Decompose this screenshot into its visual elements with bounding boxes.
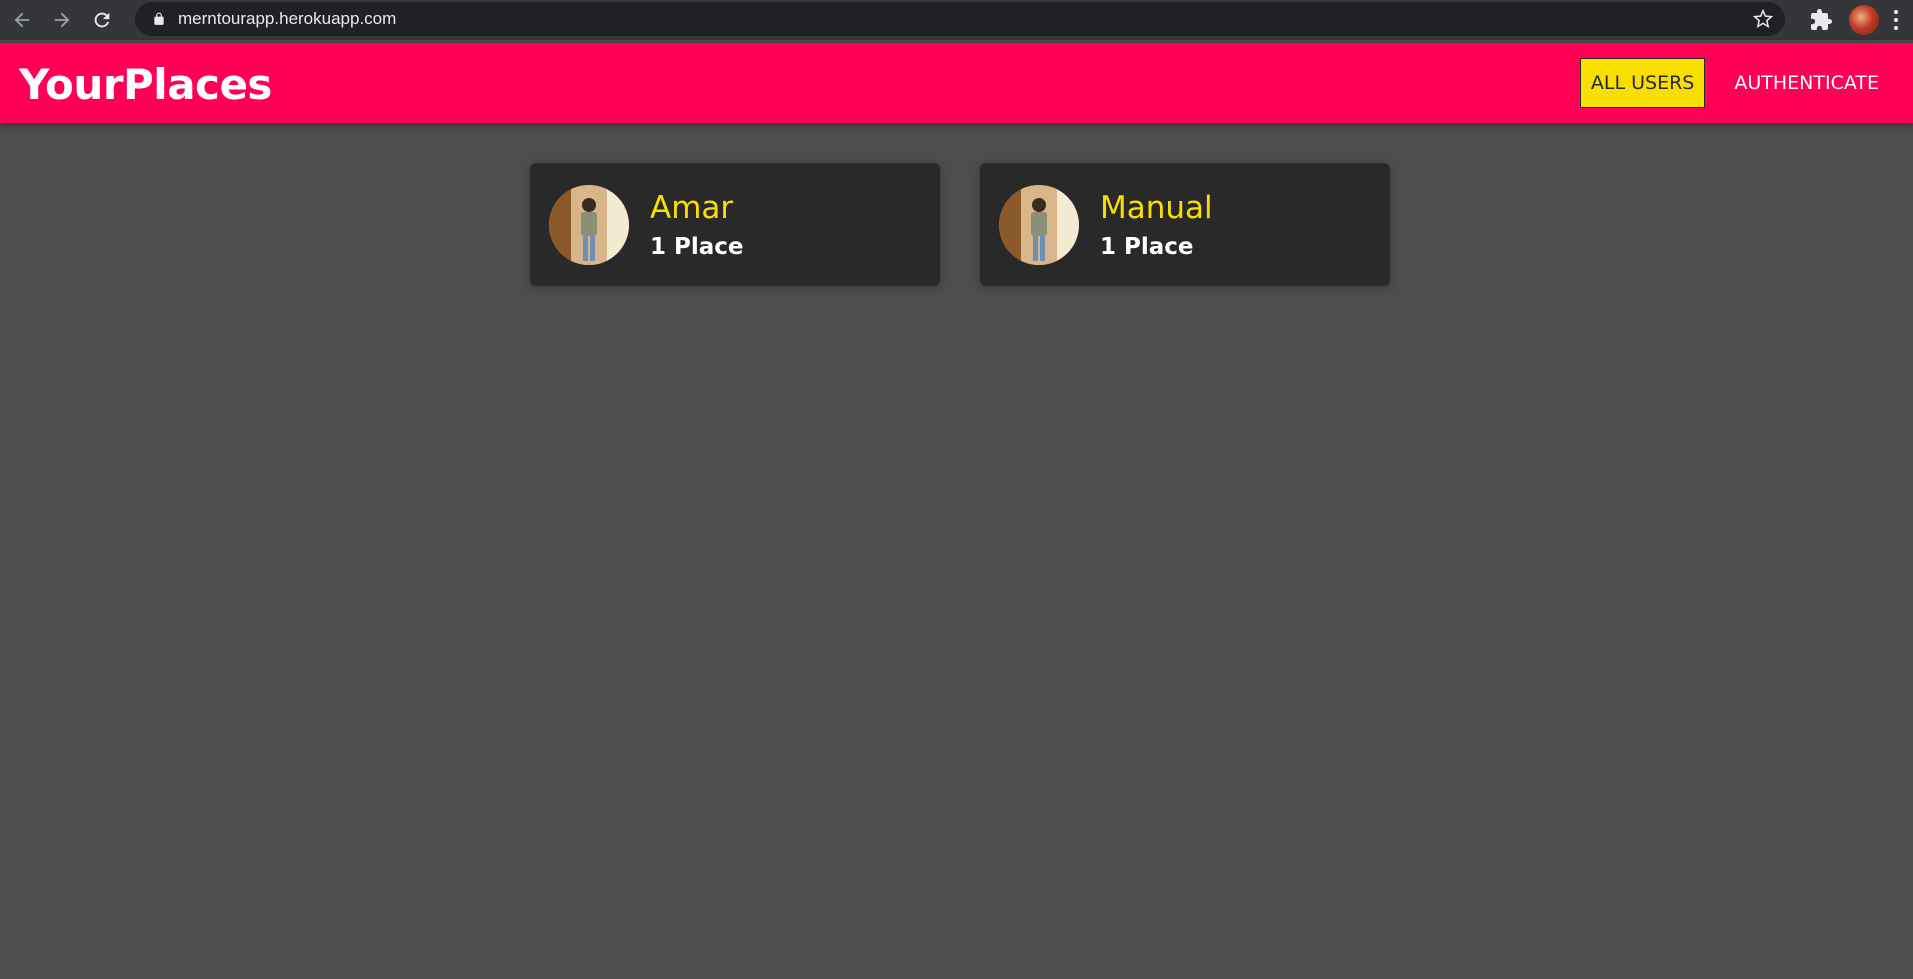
more-icon[interactable] [1893,10,1899,30]
brand-title[interactable]: YourPlaces [19,60,272,109]
user-place-count: 1 Place [1100,233,1194,260]
back-icon[interactable] [4,2,40,38]
browser-toolbar: merntourapp.herokuapp.com [0,0,1913,40]
user-place-count: 1 Place [650,233,744,260]
user-card-manual[interactable]: Manual 1 Place [980,163,1390,286]
profile-avatar[interactable] [1849,5,1879,35]
forward-icon[interactable] [44,2,80,38]
authenticate-link[interactable]: AUTHENTICATE [1724,58,1889,108]
user-avatar [549,184,629,265]
user-name: Amar [650,189,734,226]
url-text: merntourapp.herokuapp.com [178,9,397,28]
user-avatar [999,184,1079,265]
all-users-link[interactable]: ALL USERS [1579,58,1706,108]
user-name: Manual [1100,189,1213,226]
users-list: Amar 1 Place Manual 1 Place [530,163,1430,286]
main-navigation: ALL USERS AUTHENTICATE [1579,58,1913,108]
main-header: YourPlaces ALL USERS AUTHENTICATE [0,43,1913,123]
extensions-icon[interactable] [1809,8,1833,32]
lock-icon [154,12,164,25]
address-bar[interactable]: merntourapp.herokuapp.com [135,2,1785,36]
user-card-amar[interactable]: Amar 1 Place [530,163,940,286]
star-icon[interactable] [1753,9,1773,29]
reload-icon[interactable] [84,2,120,38]
